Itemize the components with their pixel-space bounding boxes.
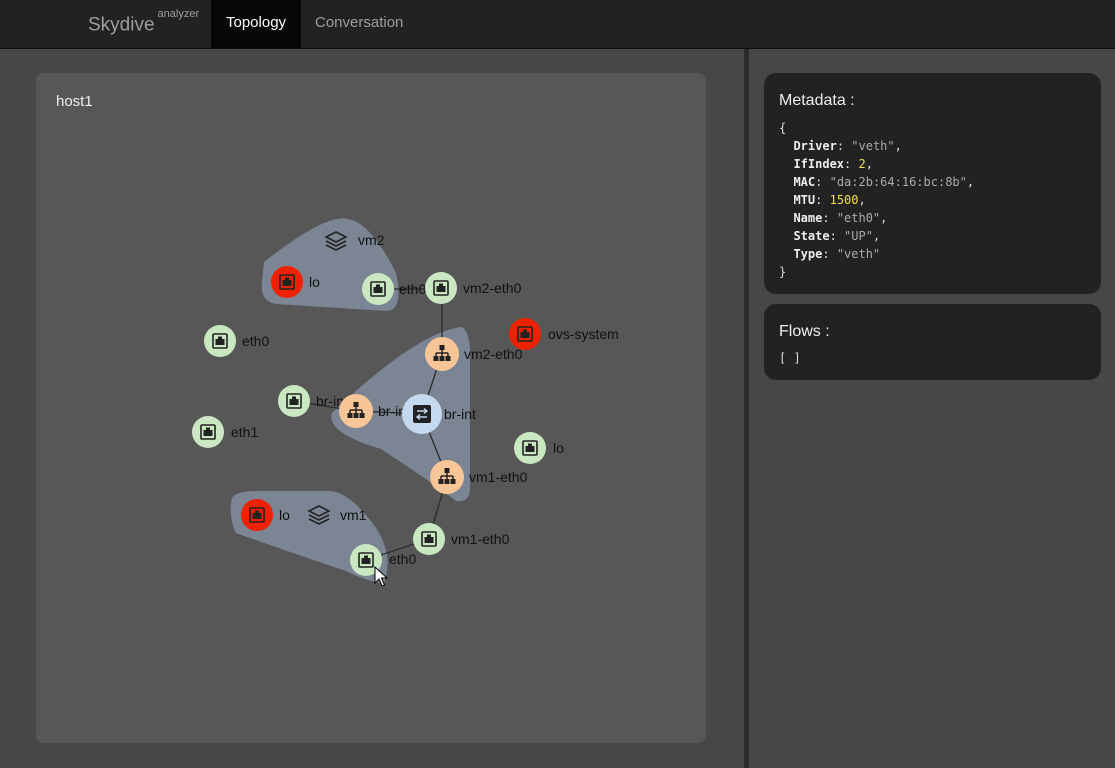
svg-text:lo: lo — [553, 440, 564, 456]
tab-topology[interactable]: Topology — [211, 0, 302, 48]
svg-text:lo: lo — [279, 507, 290, 523]
metadata-value-type: "veth" — [836, 247, 881, 261]
navbar: Skydiveanalyzer Topology Conversation — [0, 0, 1115, 49]
topology-pane: host1 vm2 vm1 lo eth0 vm2-eth0 ovs-syste… — [0, 49, 744, 768]
topology-graph[interactable]: vm2 vm1 lo eth0 vm2-eth0 ovs-system eth0… — [36, 73, 706, 743]
metadata-value-state: "UP" — [844, 229, 873, 243]
node-host-eth0[interactable]: eth0 — [204, 325, 269, 357]
json-close-brace: } — [779, 265, 787, 279]
metadata-value-ifindex: 2 — [858, 157, 866, 171]
metadata-value-driver: "veth" — [851, 139, 895, 153]
metadata-title: Metadata : — [779, 92, 855, 109]
metadata-key-mtu: MTU — [793, 193, 816, 207]
svg-text:vm1-eth0: vm1-eth0 — [469, 469, 528, 485]
svg-text:lo: lo — [309, 274, 320, 290]
node-ovs-system[interactable]: ovs-system — [509, 318, 619, 350]
metadata-key-mac: MAC — [793, 175, 816, 189]
metadata-key-state: State — [793, 229, 830, 243]
json-comma: , — [966, 175, 975, 189]
flows-title: Flows : — [779, 323, 830, 340]
node-host-lo[interactable]: lo — [514, 432, 564, 464]
metadata-key-driver: Driver — [793, 139, 837, 153]
metadata-panel: Metadata : { Driver: "veth", IfIndex: 2,… — [764, 73, 1101, 294]
metadata-value-mac: "da:2b:64:16:bc:8b" — [829, 175, 967, 189]
svg-text:eth0: eth0 — [399, 281, 426, 297]
svg-text:vm1-eth0: vm1-eth0 — [451, 531, 510, 547]
json-comma: , — [872, 229, 881, 243]
svg-text:br-int: br-int — [444, 406, 476, 422]
tab-conversation[interactable]: Conversation — [300, 0, 418, 48]
flows-json: [ ] — [779, 351, 801, 365]
svg-text:eth0: eth0 — [242, 333, 269, 349]
node-host-vm1-eth0[interactable]: vm1-eth0 — [413, 523, 510, 555]
svg-text:eth1: eth1 — [231, 424, 258, 440]
svg-text:ovs-system: ovs-system — [548, 326, 619, 342]
brand-subtitle: analyzer — [157, 8, 200, 20]
svg-text:vm2-eth0: vm2-eth0 — [464, 346, 523, 362]
group-vm1-label: vm1 — [340, 507, 367, 523]
mouse-cursor-icon — [374, 566, 388, 587]
ovs-bridge-icon — [412, 404, 432, 424]
node-port-vm1-eth0[interactable]: vm1-eth0 — [430, 460, 528, 494]
group-vm2-label: vm2 — [358, 232, 385, 248]
json-comma: , — [858, 193, 866, 207]
metadata-value-mtu: 1500 — [829, 193, 859, 207]
json-comma: , — [880, 211, 888, 225]
json-comma: , — [894, 139, 902, 153]
node-port-vm2-eth0[interactable]: vm2-eth0 — [425, 337, 523, 371]
brand-logo[interactable]: Skydiveanalyzer — [88, 8, 199, 36]
metadata-key-ifindex: IfIndex — [793, 157, 845, 171]
brand-name: Skydive — [88, 14, 155, 36]
topology-canvas[interactable]: host1 vm2 vm1 lo eth0 vm2-eth0 ovs-syste… — [36, 73, 706, 743]
metadata-key-name: Name — [793, 211, 823, 225]
metadata-json: { Driver: "veth", IfIndex: 2, MAC: "da:2… — [779, 121, 975, 279]
flows-panel: Flows : [ ] — [764, 304, 1101, 380]
details-pane: Metadata : { Driver: "veth", IfIndex: 2,… — [749, 49, 1115, 768]
svg-text:vm2-eth0: vm2-eth0 — [463, 280, 522, 296]
node-host-vm2-eth0[interactable]: vm2-eth0 — [425, 272, 522, 304]
metadata-value-name: "eth0" — [836, 211, 881, 225]
svg-text:eth0: eth0 — [389, 551, 416, 567]
node-host-eth1[interactable]: eth1 — [192, 416, 258, 448]
json-comma: , — [865, 157, 873, 171]
json-open-brace: { — [779, 121, 787, 135]
metadata-key-type: Type — [793, 247, 823, 261]
